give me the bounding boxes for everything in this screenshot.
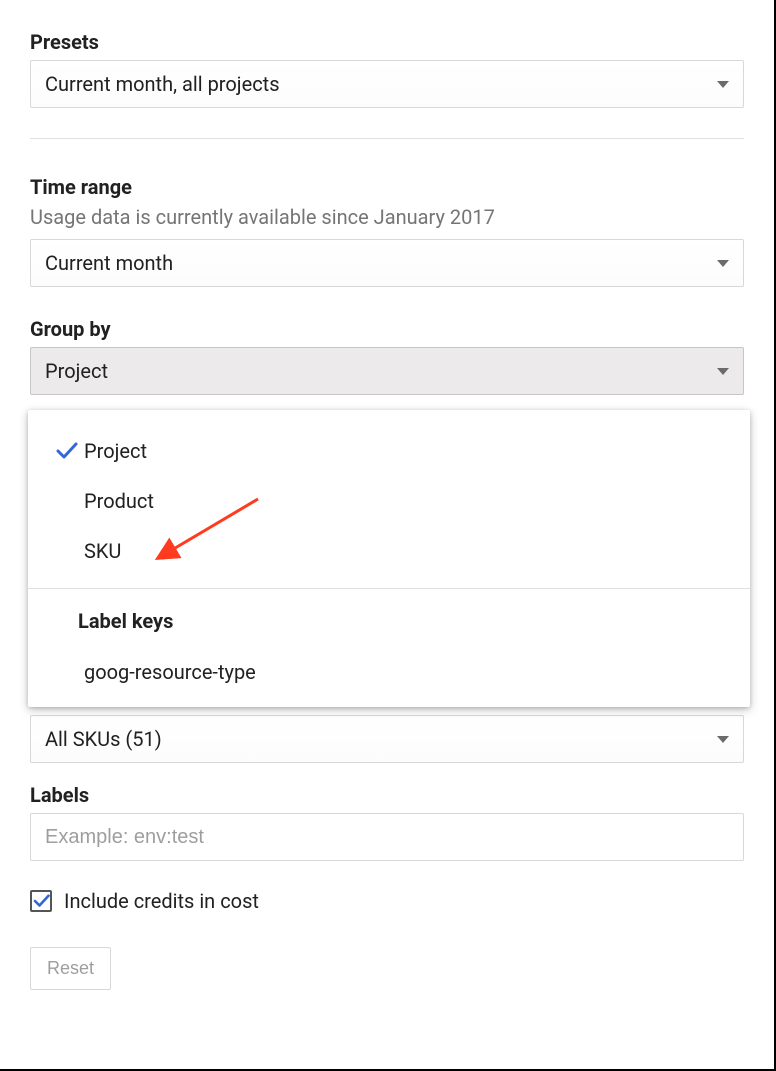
reset-button[interactable]: Reset [30, 947, 111, 990]
label-keys-header: Label keys [28, 599, 750, 647]
skus-value: All SKUs (51) [45, 727, 162, 751]
time-range-value: Current month [45, 251, 173, 275]
skus-section: SKUs All SKUs (51) [30, 715, 744, 763]
group-by-value: Project [45, 359, 108, 383]
group-by-section: Group by Project [30, 317, 744, 395]
time-range-label: Time range [30, 175, 744, 199]
labels-label: Labels [30, 783, 744, 807]
presets-section: Presets Current month, all projects [30, 30, 744, 108]
chevron-down-icon [717, 368, 729, 375]
option-label: Product [84, 489, 736, 513]
group-by-dropdown: Project Product SKU Label keys goog-reso… [28, 410, 750, 707]
presets-value: Current month, all projects [45, 72, 280, 96]
group-by-option-product[interactable]: Product [28, 476, 750, 526]
dropdown-divider [28, 588, 750, 589]
group-by-label-key-option[interactable]: goog-resource-type [28, 647, 750, 697]
group-by-option-project[interactable]: Project [28, 426, 750, 476]
include-credits-checkbox[interactable] [30, 890, 52, 912]
chevron-down-icon [717, 736, 729, 743]
group-by-option-sku[interactable]: SKU [28, 526, 750, 576]
check-icon [48, 439, 84, 463]
group-by-select[interactable]: Project [30, 347, 744, 395]
chevron-down-icon [717, 81, 729, 88]
reset-label: Reset [47, 958, 94, 978]
chevron-down-icon [717, 260, 729, 267]
presets-label: Presets [30, 30, 744, 54]
skus-select[interactable]: All SKUs (51) [30, 715, 744, 763]
time-range-section: Time range Usage data is currently avail… [30, 175, 744, 287]
group-by-label: Group by [30, 317, 744, 341]
time-range-note: Usage data is currently available since … [30, 205, 744, 229]
include-credits-row: Include credits in cost [30, 889, 744, 913]
labels-section: Labels [30, 783, 744, 861]
labels-input[interactable] [30, 813, 744, 861]
section-divider [30, 138, 744, 139]
presets-select[interactable]: Current month, all projects [30, 60, 744, 108]
option-label: goog-resource-type [48, 660, 736, 684]
include-credits-label: Include credits in cost [64, 889, 259, 913]
option-label: Project [84, 439, 736, 463]
option-label: SKU [84, 539, 736, 563]
time-range-select[interactable]: Current month [30, 239, 744, 287]
